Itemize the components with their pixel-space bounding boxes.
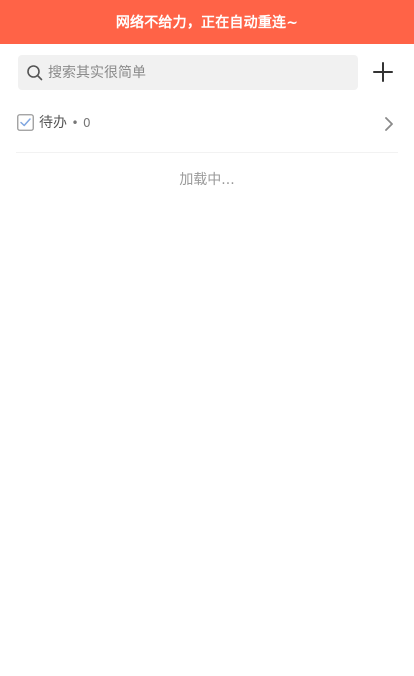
search-box[interactable] [18, 55, 358, 90]
add-button[interactable] [370, 59, 396, 85]
todo-separator: • [71, 116, 79, 130]
divider [16, 152, 398, 153]
todo-count: 0 [82, 116, 91, 130]
loading-indicator: 加载中... [179, 172, 235, 188]
search-input[interactable] [48, 55, 348, 90]
page: 网络不给力，正在自动重连~ 待办 • 0 加载中... [0, 0, 414, 676]
checkbox-icon [17, 114, 34, 131]
todo-label-group: 待办 • 0 [39, 114, 91, 132]
search-icon [27, 65, 43, 81]
network-status-banner: 网络不给力，正在自动重连~ [0, 0, 414, 44]
chevron-right-icon [385, 117, 393, 131]
search-bar [18, 55, 396, 90]
todo-list-item[interactable]: 待办 • 0 [16, 103, 398, 143]
network-status-text: 网络不给力，正在自动重连~ [115, 15, 299, 31]
todo-label: 待办 [39, 115, 67, 131]
